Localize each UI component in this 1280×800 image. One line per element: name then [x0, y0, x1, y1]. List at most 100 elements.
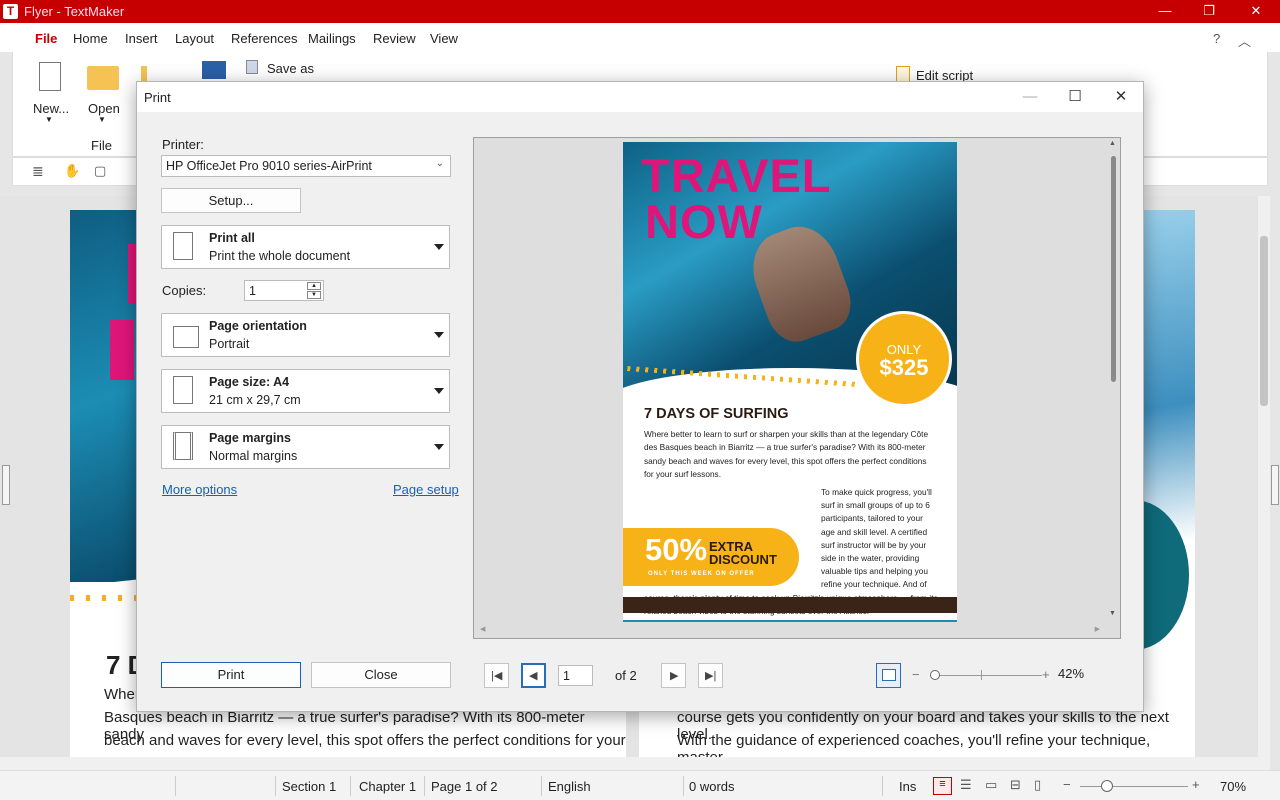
open-button[interactable]: Open [88, 101, 120, 116]
orientation-icon [170, 320, 199, 350]
printer-select[interactable]: HP OfficeJet Pro 9010 series-AirPrint ⌄ [161, 155, 451, 177]
left-panel-toggle[interactable] [2, 465, 10, 505]
scroll-down-icon[interactable]: ▼ [1109, 610, 1116, 617]
edit-icon[interactable]: ▢ [94, 163, 106, 179]
right-panel-toggle[interactable] [1271, 465, 1279, 505]
maximize-icon[interactable]: ☐ [1064, 87, 1086, 107]
dropdown-arrow-icon[interactable] [434, 332, 444, 338]
restore-icon[interactable]: ❐ [1199, 2, 1219, 20]
status-bar: Section 1 Chapter 1 Page 1 of 2 English … [0, 770, 1280, 800]
zoom-slider-thumb[interactable] [1101, 780, 1113, 792]
setup-button[interactable]: Setup... [161, 188, 301, 213]
close-icon[interactable]: ✕ [1110, 87, 1132, 107]
minimize-icon[interactable]: — [1155, 2, 1175, 20]
status-zoom[interactable]: 70% [1220, 779, 1246, 794]
copies-stepper[interactable]: 1 ▲ ▼ [244, 280, 324, 301]
decrement-icon[interactable]: ▼ [307, 291, 321, 299]
help-icon[interactable]: ? [1213, 31, 1220, 46]
hand-icon[interactable]: ✋ [64, 163, 80, 179]
menu-file[interactable]: File [35, 31, 57, 46]
collapse-ribbon-icon[interactable]: ︿ [1238, 31, 1251, 50]
first-page-icon: |◀ [491, 670, 503, 682]
menu-insert[interactable]: Insert [125, 31, 158, 46]
save-icon[interactable] [202, 61, 226, 79]
save-as-button[interactable]: Save as [267, 61, 314, 76]
new-document-icon[interactable] [39, 62, 61, 91]
scroll-left-icon[interactable]: ◀ [480, 625, 485, 633]
single-page-view-button[interactable] [876, 663, 901, 688]
dropdown-arrow-icon[interactable] [434, 388, 444, 394]
zoom-in-icon[interactable]: + [1192, 777, 1200, 792]
minimize-icon[interactable]: — [1019, 87, 1041, 107]
page-number-value[interactable]: 1 [563, 669, 570, 683]
normal-view-icon[interactable]: ≡ [933, 777, 952, 795]
paragraph-icon[interactable]: ≣ [32, 163, 44, 180]
page-setup-link[interactable]: Page setup [393, 482, 459, 497]
zoom-slider-thumb[interactable] [930, 670, 940, 680]
increment-icon[interactable]: ▲ [307, 282, 321, 290]
print-preview[interactable]: TRAVEL NOW ONLY $325 7 DAYS OF SURFING W… [473, 137, 1121, 639]
scroll-up-icon[interactable]: ▲ [1109, 140, 1116, 147]
last-page-button[interactable]: ▶| [698, 663, 723, 688]
zoom-slider-track[interactable] [930, 675, 1042, 676]
zoom-out-icon[interactable]: − [1063, 777, 1071, 792]
scroll-thumb[interactable] [1111, 156, 1116, 382]
dropdown-arrow-icon[interactable] [434, 244, 444, 250]
menu-references[interactable]: References [231, 31, 297, 46]
book-view-icon[interactable]: ▯ [1034, 777, 1041, 793]
more-options-link[interactable]: More options [162, 482, 237, 497]
print-button[interactable]: Print [161, 662, 301, 688]
scroll-thumb[interactable] [1260, 236, 1268, 406]
status-language[interactable]: English [548, 779, 591, 794]
first-page-button[interactable]: |◀ [484, 663, 509, 688]
zoom-out-icon[interactable]: − [912, 667, 920, 682]
menu-mailings[interactable]: Mailings [308, 31, 356, 46]
dropdown-arrow-icon[interactable] [434, 444, 444, 450]
discount-percent: 50% [645, 532, 708, 567]
copies-label: Copies: [162, 283, 207, 298]
outline-view-icon[interactable]: ☰ [960, 777, 972, 793]
discount-banner: 50% EXTRA DISCOUNT ONLY THIS WEEK ON OFF… [623, 528, 799, 586]
new-button[interactable]: New... [33, 101, 69, 116]
status-divider [350, 776, 351, 796]
open-folder-icon[interactable] [87, 66, 119, 90]
status-chapter: Chapter 1 [359, 779, 417, 794]
zoom-in-icon[interactable]: + [1042, 667, 1050, 682]
print-range-select[interactable]: Print all Print the whole document [161, 225, 450, 269]
preview-horizontal-scrollbar[interactable]: ◀ ▶ [480, 625, 1100, 636]
previous-page-button[interactable]: ◀ [521, 663, 546, 688]
menu-review[interactable]: Review [373, 31, 416, 46]
status-section: Section 1 [282, 779, 337, 794]
group-label-file: File [91, 138, 112, 153]
margins-value: Normal margins [209, 449, 298, 463]
next-page-edge [623, 620, 957, 622]
page-size-select[interactable]: Page size: A4 21 cm x 29,7 cm [161, 369, 450, 413]
close-button[interactable]: Close [311, 662, 451, 688]
status-divider [275, 776, 276, 796]
zoom-slider-track[interactable] [1080, 786, 1188, 787]
menu-view[interactable]: View [430, 31, 458, 46]
document-horizontal-scrollbar[interactable] [0, 757, 1270, 770]
price-badge: ONLY $325 [856, 311, 952, 407]
copies-value[interactable]: 1 [249, 284, 256, 298]
page-orientation-select[interactable]: Page orientation Portrait [161, 313, 450, 357]
close-icon[interactable]: ✕ [1246, 2, 1266, 20]
preview-vertical-scrollbar[interactable]: ▲ ▼ [1108, 140, 1120, 620]
save-as-icon[interactable] [246, 60, 258, 74]
body-line: With the guidance of experienced coaches… [677, 732, 1151, 757]
menu-layout[interactable]: Layout [175, 31, 214, 46]
scroll-right-icon[interactable]: ▶ [1095, 625, 1100, 633]
script-icon[interactable] [896, 66, 910, 82]
page-number-input[interactable]: 1 [558, 665, 593, 686]
page-margins-select[interactable]: Page margins Normal margins [161, 425, 450, 469]
next-page-button[interactable]: ▶ [661, 663, 686, 688]
page-view-icon[interactable]: ▭ [985, 777, 997, 793]
menu-home[interactable]: Home [73, 31, 108, 46]
chevron-down-icon[interactable]: ▼ [45, 115, 53, 124]
chevron-down-icon[interactable]: ⌄ [436, 158, 444, 169]
document-vertical-scrollbar[interactable] [1258, 196, 1270, 757]
master-view-icon[interactable]: ⊟ [1010, 777, 1021, 793]
chevron-down-icon[interactable]: ▼ [98, 115, 106, 124]
status-insert-mode[interactable]: Ins [899, 779, 916, 794]
previous-page-icon: ◀ [529, 670, 538, 682]
